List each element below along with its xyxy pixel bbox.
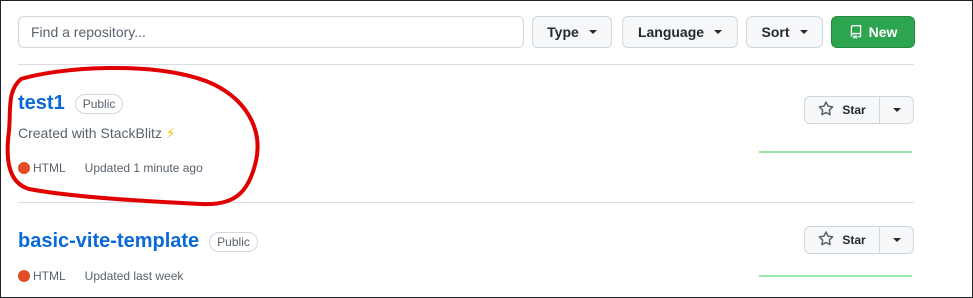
new-repo-label: New — [868, 24, 898, 40]
chevron-down-icon — [892, 108, 901, 112]
repo-name-link[interactable]: test1 — [18, 92, 65, 115]
repo-language: HTML — [33, 161, 66, 175]
language-filter-button[interactable]: Language — [622, 16, 738, 48]
star-label: Star — [842, 103, 866, 117]
repo-list-item: basic-vite-template Public HTML Updated … — [18, 203, 914, 298]
repo-header: basic-vite-template Public — [18, 230, 258, 253]
star-button-group: Star — [804, 226, 914, 254]
visibility-badge: Public — [74, 93, 124, 114]
chevron-down-icon — [714, 30, 723, 34]
star-icon — [818, 230, 834, 250]
repo-name-link[interactable]: basic-vite-template — [18, 230, 199, 253]
chevron-down-icon — [892, 238, 901, 242]
chevron-down-icon — [588, 30, 597, 34]
star-button[interactable]: Star — [805, 227, 880, 253]
visibility-badge: Public — [209, 231, 258, 252]
sort-label: Sort — [761, 24, 790, 40]
chevron-down-icon — [799, 30, 808, 34]
language-color-dot — [18, 270, 30, 282]
repo-meta: HTML Updated last week — [18, 269, 183, 283]
activity-sparkline — [759, 151, 912, 153]
star-icon — [818, 100, 834, 120]
new-repo-button[interactable]: New — [831, 16, 915, 48]
language-color-dot — [18, 162, 30, 174]
repo-description: Created with StackBlitz ⚡ — [18, 125, 176, 142]
repo-description-text: Created with StackBlitz — [18, 125, 162, 141]
repo-header: test1 Public — [18, 92, 124, 115]
repo-meta: HTML Updated 1 minute ago — [18, 161, 203, 175]
type-filter-button[interactable]: Type — [532, 16, 612, 48]
language-filter-label: Language — [637, 24, 705, 40]
star-list-dropdown[interactable] — [880, 97, 913, 123]
star-label: Star — [842, 233, 866, 247]
star-list-dropdown[interactable] — [880, 227, 913, 253]
star-button[interactable]: Star — [805, 97, 880, 123]
sort-button[interactable]: Sort — [746, 16, 823, 48]
activity-sparkline — [759, 275, 912, 277]
repo-icon — [849, 25, 863, 39]
repo-list-item: test1 Public Created with StackBlitz ⚡ H… — [18, 65, 914, 202]
repo-language: HTML — [33, 269, 66, 283]
lightning-emoji-icon: ⚡ — [165, 125, 176, 141]
repo-updated: Updated 1 minute ago — [84, 161, 203, 175]
repo-filter-bar: Type Language Sort New — [18, 16, 915, 48]
search-input[interactable] — [18, 16, 524, 48]
star-button-group: Star — [804, 96, 914, 124]
type-filter-label: Type — [547, 24, 579, 40]
repo-updated: Updated last week — [84, 269, 184, 283]
